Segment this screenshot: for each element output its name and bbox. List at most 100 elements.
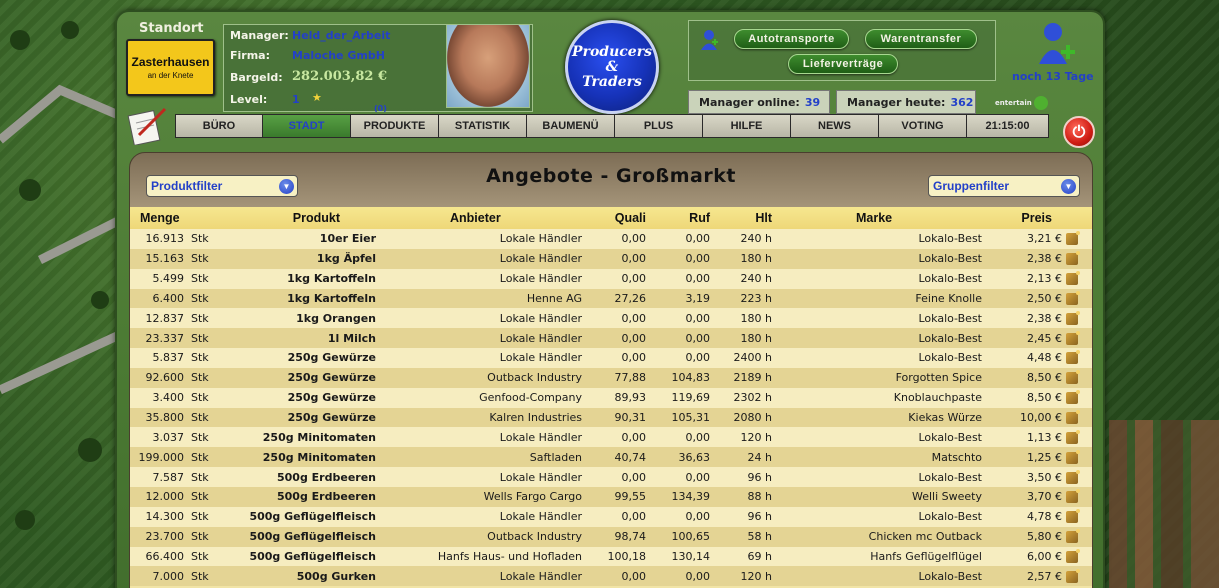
cell-preis: 2,38 € <box>1027 311 1062 325</box>
table-row[interactable]: 199.000 Stk 250g Minitomaten Saftladen 40,74… <box>130 447 1092 468</box>
add-user-icon[interactable] <box>1037 20 1077 68</box>
buy-icon[interactable] <box>1066 251 1080 266</box>
column-header-ruf[interactable]: Ruf <box>650 207 714 229</box>
buy-cell <box>1066 487 1092 507</box>
table-row[interactable]: 16.913 Stk 10er Eier Lokale Händler 0,00 0,00… <box>130 229 1092 249</box>
buy-icon[interactable] <box>1066 330 1080 345</box>
buy-icon[interactable] <box>1066 370 1080 385</box>
tab-hilfe[interactable]: HILFE <box>703 114 791 138</box>
cell-hlt: 180 h <box>740 331 772 345</box>
table-row[interactable]: 23.337 Stk 1l Milch Lokale Händler 0,00 0,00 1… <box>130 328 1092 349</box>
table-row[interactable]: 15.163 Stk 1kg Äpfel Lokale Händler 0,00 0,00… <box>130 248 1092 269</box>
cell-anbieter: Genfood-Company <box>479 391 582 405</box>
offers-table-body: 16.913 Stk 10er Eier Lokale Händler 0,00 0,00… <box>130 229 1092 587</box>
cell-produkt: 10er Eier <box>319 232 376 246</box>
produktfilter-dropdown[interactable]: Produktfilter ▼ <box>146 175 298 197</box>
cell-anbieter: Lokale Händler <box>499 430 582 444</box>
cell-quali: 0,00 <box>621 272 647 286</box>
column-header-hlt[interactable]: Hlt <box>714 207 776 229</box>
column-header-produkt[interactable]: Produkt <box>228 207 380 229</box>
buy-icon[interactable] <box>1066 548 1080 563</box>
table-row[interactable]: 7.000 Stk 500g Gurken Lokale Händler 0,00 0,0… <box>130 566 1092 587</box>
cell-produkt: 250g Gewürze <box>287 391 376 405</box>
producers-traders-logo[interactable]: Producers & Traders <box>565 20 659 114</box>
buy-icon[interactable] <box>1066 568 1080 583</box>
table-row[interactable]: 12.837 Stk 1kg Orangen Lokale Händler 0,00 0,… <box>130 308 1092 329</box>
tab-stadt[interactable]: STADT <box>263 114 351 138</box>
cell-marke: Lokalo-Best <box>918 252 982 266</box>
logout-button[interactable]: ⏻ <box>1063 116 1095 148</box>
table-row[interactable]: 12.000 Stk 500g Erdbeeren Wells Fargo Cargo… <box>130 486 1092 507</box>
cell-hlt: 120 h <box>740 430 772 444</box>
logo-line-1: Producers <box>572 43 652 60</box>
buy-icon[interactable] <box>1066 489 1080 504</box>
tab-plus[interactable]: PLUS <box>615 114 703 138</box>
cell-anbieter: Lokale Händler <box>499 569 582 583</box>
notepad-icon[interactable] <box>127 105 167 145</box>
table-row[interactable]: 5.837 Stk 250g Gewürze Lokale Händler 0,00 0,… <box>130 348 1092 368</box>
table-row[interactable]: 35.800 Stk 250g Gewürze Kalren Industries 90… <box>130 407 1092 428</box>
cell-ruf: 0,00 <box>685 252 711 266</box>
cell-menge: 3.037 <box>152 430 185 444</box>
autotransporte-button[interactable]: Autotransporte <box>734 29 849 49</box>
buy-icon[interactable] <box>1066 529 1080 544</box>
column-header-anbieter[interactable]: Anbieter <box>380 207 586 229</box>
table-row[interactable]: 3.037 Stk 250g Minitomaten Lokale Händler 0,… <box>130 427 1092 448</box>
buy-cell <box>1066 249 1092 269</box>
manager-name[interactable]: Held_der_Arbeit <box>292 29 390 42</box>
cell-ruf: 0,00 <box>685 232 711 246</box>
tab-voting[interactable]: VOTING <box>879 114 967 138</box>
firma-name[interactable]: Maloche GmbH <box>292 49 385 62</box>
table-row[interactable]: 14.300 Stk 500g Geflügelfleisch Lokale Händ… <box>130 506 1092 527</box>
column-header-quali[interactable]: Quali <box>586 207 650 229</box>
cell-ruf: 100,65 <box>671 530 711 544</box>
cell-menge: 16.913 <box>145 232 185 246</box>
avatar[interactable] <box>446 24 530 108</box>
cell-menge: 35.800 <box>145 411 185 425</box>
actions-box: Autotransporte Warentransfer Liefervertr… <box>688 20 996 81</box>
cell-marke: Matschto <box>931 450 982 464</box>
table-row[interactable]: 66.400 Stk 500g Geflügelfleisch Hanfs Haus-… <box>130 546 1092 567</box>
buy-cell <box>1066 368 1092 388</box>
buy-icon[interactable] <box>1066 290 1080 305</box>
cell-quali: 40,74 <box>614 450 647 464</box>
buy-icon[interactable] <box>1066 410 1080 425</box>
column-header-menge[interactable]: Menge <box>130 207 228 229</box>
buy-icon[interactable] <box>1066 231 1080 246</box>
tab-baumenue[interactable]: BAUMENÜ <box>527 114 615 138</box>
warentransfer-button[interactable]: Warentransfer <box>865 29 977 49</box>
cell-hlt: 58 h <box>747 530 772 544</box>
table-row[interactable]: 3.400 Stk 250g Gewürze Genfood-Company 89,93… <box>130 387 1092 408</box>
liefervertraege-button[interactable]: Lieferverträge <box>788 54 898 74</box>
table-row[interactable]: 7.587 Stk 500g Erdbeeren Lokale Händler 0,00… <box>130 467 1092 487</box>
cell-ruf: 134,39 <box>671 490 711 504</box>
buy-icon[interactable] <box>1066 509 1080 524</box>
cell-menge: 15.163 <box>145 252 185 266</box>
tab-statistik[interactable]: STATISTIK <box>439 114 527 138</box>
buy-icon[interactable] <box>1066 449 1080 464</box>
table-row[interactable]: 5.499 Stk 1kg Kartoffeln Lokale Händler 0,00… <box>130 268 1092 289</box>
cell-menge: 12.000 <box>145 490 185 504</box>
column-header-marke[interactable]: Marke <box>776 207 986 229</box>
premium-days-remaining[interactable]: noch 13 Tage <box>1012 70 1094 83</box>
table-row[interactable]: 23.700 Stk 500g Geflügelfleisch Outback Ind… <box>130 526 1092 547</box>
gruppenfilter-dropdown[interactable]: Gruppenfilter ▼ <box>928 175 1080 197</box>
column-header-preis[interactable]: Preis <box>986 207 1066 229</box>
tab-news[interactable]: NEWS <box>791 114 879 138</box>
buy-icon[interactable] <box>1066 390 1080 405</box>
cell-quali: 89,93 <box>614 391 647 405</box>
cell-quali: 77,88 <box>614 371 647 385</box>
buy-icon[interactable] <box>1066 429 1080 444</box>
town-sign[interactable]: Zasterhausen an der Knete <box>126 39 215 96</box>
level-points: (0) <box>374 104 387 113</box>
buy-icon[interactable] <box>1066 310 1080 325</box>
buy-icon[interactable] <box>1066 469 1080 484</box>
buy-icon[interactable] <box>1066 271 1080 286</box>
table-row[interactable]: 6.400 Stk 1kg Kartoffeln Henne AG 27,26 3,19 2… <box>130 288 1092 309</box>
table-row[interactable]: 92.600 Stk 250g Gewürze Outback Industry 77,… <box>130 367 1092 388</box>
tab-produkte[interactable]: PRODUKTE <box>351 114 439 138</box>
buy-icon[interactable] <box>1066 350 1080 365</box>
tab-buero[interactable]: BÜRO <box>175 114 263 138</box>
cell-marke: Lokalo-Best <box>918 331 982 345</box>
cell-quali: 0,00 <box>621 569 647 583</box>
